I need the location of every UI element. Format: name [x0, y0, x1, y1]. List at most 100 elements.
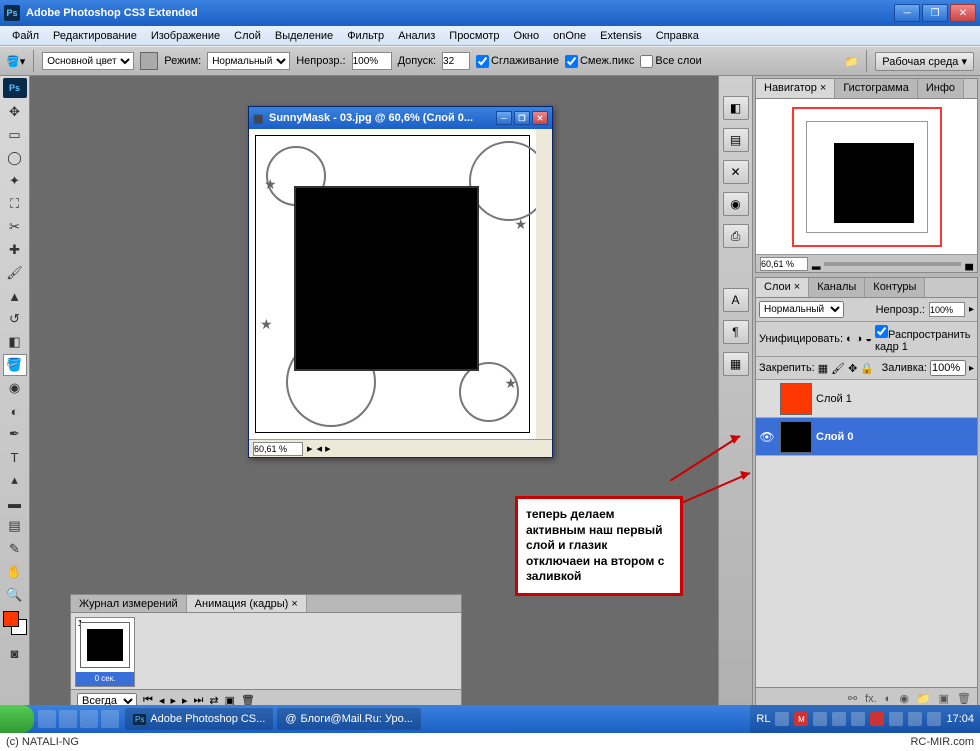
lock-paint-icon[interactable]: 🖌: [831, 362, 845, 375]
fg-color[interactable]: [3, 611, 19, 627]
lock-move-icon[interactable]: ✥: [848, 362, 857, 375]
hand-tool[interactable]: ✋: [3, 561, 27, 583]
dock-icon-7[interactable]: ¶: [723, 320, 749, 344]
zoom-in-icon[interactable]: ▄: [965, 258, 973, 270]
tray-icon-6[interactable]: [870, 712, 884, 726]
tray-icon-8[interactable]: [908, 712, 922, 726]
dodge-tool[interactable]: ◐: [3, 400, 27, 422]
tab-navigator[interactable]: Навигатор ×: [756, 79, 835, 98]
tray-icon-2[interactable]: M: [794, 712, 808, 726]
menu-window[interactable]: Окно: [507, 28, 547, 44]
ql-2[interactable]: [59, 710, 77, 728]
layer-fx-icon[interactable]: fx.: [865, 693, 877, 705]
layer-name-0[interactable]: Слой 0: [816, 431, 853, 443]
tray-icon-3[interactable]: [813, 712, 827, 726]
tray-icon-9[interactable]: [927, 712, 941, 726]
pen-tool[interactable]: ✒: [3, 423, 27, 445]
ql-1[interactable]: [38, 710, 56, 728]
doc-minimize[interactable]: ─: [496, 111, 512, 125]
layer-thumb-0[interactable]: [780, 421, 812, 453]
lock-all-icon[interactable]: 🔒: [860, 362, 874, 375]
layer-visibility-0[interactable]: 👁: [758, 428, 776, 446]
propagate-check[interactable]: Распространить кадр 1: [875, 325, 974, 353]
all-layers-check[interactable]: Все слои: [640, 55, 701, 68]
tab-paths[interactable]: Контуры: [865, 278, 925, 297]
marquee-tool[interactable]: ▭: [3, 124, 27, 146]
nav-zoom-slider[interactable]: [824, 262, 961, 266]
unify-icon-1[interactable]: ◐: [846, 333, 853, 345]
layer-row-1[interactable]: Слой 1: [756, 380, 977, 418]
dock-icon-2[interactable]: ▤: [723, 128, 749, 152]
history-brush-tool[interactable]: ↺: [3, 308, 27, 330]
blur-tool[interactable]: ◉: [3, 377, 27, 399]
lasso-tool[interactable]: ◯: [3, 147, 27, 169]
layer-mask-icon[interactable]: ◐: [885, 693, 892, 705]
zoom-tool[interactable]: 🔍: [3, 584, 27, 606]
antialias-check[interactable]: Сглаживание: [476, 55, 559, 68]
document-canvas[interactable]: ★ ★ ★ ★: [249, 129, 552, 439]
tab-channels[interactable]: Каналы: [809, 278, 865, 297]
tray-icon-1[interactable]: [775, 712, 789, 726]
type-tool[interactable]: T: [3, 446, 27, 468]
new-layer-icon[interactable]: ▣: [939, 692, 949, 705]
bridge-icon[interactable]: 📁: [845, 55, 859, 68]
tab-histogram[interactable]: Гистограмма: [835, 79, 918, 98]
contiguous-check[interactable]: Смеж.пикс: [565, 55, 634, 68]
close-button[interactable]: ✕: [950, 4, 976, 22]
minimize-button[interactable]: ─: [894, 4, 920, 22]
lock-trans-icon[interactable]: ▦: [818, 362, 828, 375]
ql-3[interactable]: [80, 710, 98, 728]
menu-analysis[interactable]: Анализ: [391, 28, 442, 44]
menu-filter[interactable]: Фильтр: [340, 28, 391, 44]
tab-measurement-log[interactable]: Журнал измерений: [71, 595, 187, 612]
animation-frame-1[interactable]: 1 0 сек.: [75, 617, 135, 687]
notes-tool[interactable]: ▤: [3, 515, 27, 537]
ql-4[interactable]: [101, 710, 119, 728]
tray-icon-7[interactable]: [889, 712, 903, 726]
frame-delay[interactable]: 0 сек.: [76, 672, 134, 686]
link-layers-icon[interactable]: ⚯: [848, 692, 857, 705]
layer-opacity-input[interactable]: [929, 302, 965, 317]
menu-select[interactable]: Выделение: [268, 28, 340, 44]
layer-blend-select[interactable]: Нормальный: [759, 301, 844, 318]
tray-icon-4[interactable]: [832, 712, 846, 726]
start-button[interactable]: [0, 705, 34, 733]
menu-onone[interactable]: onOne: [546, 28, 593, 44]
workspace-button[interactable]: Рабочая среда ▾: [875, 52, 974, 71]
wand-tool[interactable]: ✦: [3, 170, 27, 192]
layer-thumb-1[interactable]: [780, 383, 812, 415]
doc-zoom-input[interactable]: [253, 442, 303, 456]
menu-layer[interactable]: Слой: [227, 28, 268, 44]
dock-icon-6[interactable]: A: [723, 288, 749, 312]
shape-tool[interactable]: ▬: [3, 492, 27, 514]
move-tool[interactable]: ✥: [3, 101, 27, 123]
quickmask-tool[interactable]: ◙: [3, 642, 27, 664]
menu-help[interactable]: Справка: [649, 28, 706, 44]
bucket-tool[interactable]: 🪣: [3, 354, 27, 376]
tab-layers[interactable]: Слои ×: [756, 278, 809, 297]
dock-icon-5[interactable]: ⎙: [723, 224, 749, 248]
tab-info[interactable]: Инфо: [918, 79, 964, 98]
tray-icon-5[interactable]: [851, 712, 865, 726]
opacity-input[interactable]: [352, 52, 392, 70]
layer-fill-input[interactable]: [930, 360, 966, 376]
dock-icon-4[interactable]: ◉: [723, 192, 749, 216]
layer-group-icon[interactable]: 📁: [917, 692, 931, 705]
dock-icon-1[interactable]: ◧: [723, 96, 749, 120]
tolerance-input[interactable]: [442, 52, 470, 70]
fill-source-select[interactable]: Основной цвет: [42, 52, 134, 70]
path-select-tool[interactable]: ▴: [3, 469, 27, 491]
doc-maximize[interactable]: ❐: [514, 111, 530, 125]
menu-edit[interactable]: Редактирование: [46, 28, 144, 44]
blend-mode-select[interactable]: Нормальный: [207, 52, 290, 70]
document-titlebar[interactable]: ▦ SunnyMask - 03.jpg @ 60,6% (Слой 0... …: [249, 107, 552, 129]
doc-close[interactable]: ✕: [532, 111, 548, 125]
crop-tool[interactable]: ⛶: [3, 193, 27, 215]
unify-icon-3[interactable]: ◒: [865, 333, 872, 345]
pattern-swatch[interactable]: [140, 52, 158, 70]
slice-tool[interactable]: ✂: [3, 216, 27, 238]
dock-icon-3[interactable]: ✕: [723, 160, 749, 184]
heal-tool[interactable]: ✚: [3, 239, 27, 261]
maximize-button[interactable]: ❐: [922, 4, 948, 22]
stamp-tool[interactable]: ▲: [3, 285, 27, 307]
